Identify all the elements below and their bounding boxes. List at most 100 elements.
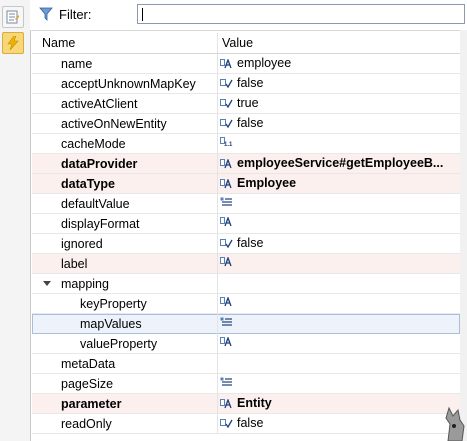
text-icon — [220, 256, 233, 267]
properties-tab[interactable] — [2, 6, 24, 28]
property-value[interactable] — [220, 256, 237, 267]
property-row-name[interactable]: name employee — [32, 54, 460, 74]
property-row-acceptUnknownMapKey[interactable]: acceptUnknownMapKey false — [32, 74, 460, 94]
property-row-dataProvider[interactable]: dataProvider employeeService#getEmployeeB… — [32, 154, 460, 174]
property-name: activeAtClient — [61, 97, 138, 111]
property-value-text: Entity — [237, 396, 272, 410]
column-divider[interactable] — [217, 33, 218, 53]
property-name: acceptUnknownMapKey — [61, 77, 196, 91]
vertical-scrollbar[interactable] — [460, 30, 467, 441]
property-row-mapping[interactable]: mapping — [32, 274, 460, 294]
column-header-value[interactable]: Value — [222, 36, 253, 50]
column-divider — [217, 274, 218, 294]
property-value[interactable]: Entity — [220, 396, 272, 410]
property-value[interactable] — [220, 336, 237, 347]
property-value-text: Employee — [237, 176, 297, 190]
property-row-parameter[interactable]: parameter Entity — [32, 394, 460, 414]
events-tab[interactable] — [2, 32, 24, 54]
property-row-keyProperty[interactable]: keyProperty — [32, 294, 460, 314]
filter-icon — [39, 7, 53, 21]
property-value[interactable] — [220, 216, 237, 227]
column-divider — [217, 234, 218, 254]
column-divider — [217, 254, 218, 274]
property-row-metaData[interactable]: metaData — [32, 354, 460, 374]
side-tab-strip — [0, 0, 31, 441]
column-divider — [217, 154, 218, 174]
property-name: mapValues — [80, 317, 142, 331]
property-row-defaultValue[interactable]: defaultValue — [32, 194, 460, 214]
expand-toggle-icon[interactable] — [43, 281, 51, 286]
property-row-label[interactable]: label — [32, 254, 460, 274]
property-value[interactable]: 1.1 — [220, 136, 237, 148]
property-row-dataType[interactable]: dataType Employee — [32, 174, 460, 194]
column-divider — [217, 394, 218, 414]
property-value[interactable]: true — [220, 96, 259, 110]
property-row-activeOnNewEntity[interactable]: activeOnNewEntity false — [32, 114, 460, 134]
column-divider — [217, 314, 218, 334]
property-value[interactable] — [220, 296, 237, 307]
property-name: label — [61, 257, 88, 271]
column-divider — [217, 74, 218, 94]
property-value[interactable]: false — [220, 416, 263, 430]
property-row-pageSize[interactable]: pageSize — [32, 374, 460, 394]
property-value[interactable]: Employee — [220, 176, 296, 190]
property-name: cacheMode — [61, 137, 126, 151]
property-name: displayFormat — [61, 217, 140, 231]
text-icon — [220, 58, 233, 69]
property-value[interactable]: employee — [220, 56, 291, 70]
property-name: pageSize — [61, 377, 114, 391]
boolean-icon — [220, 238, 233, 249]
property-value[interactable]: employeeService#getEmployeeB... — [220, 156, 443, 170]
property-value-text: employee — [237, 56, 292, 70]
property-row-mapValues[interactable]: mapValues — [32, 314, 460, 334]
table-body: name employee acceptUnknownMapKey false acti… — [32, 54, 460, 434]
property-name: dataProvider — [61, 157, 138, 171]
svg-text:1.1: 1.1 — [224, 142, 233, 147]
property-value[interactable] — [220, 196, 237, 206]
property-value-text: false — [237, 236, 264, 250]
text-icon — [220, 398, 233, 409]
property-row-activeAtClient[interactable]: activeAtClient true — [32, 94, 460, 114]
column-divider — [217, 54, 218, 74]
property-name: defaultValue — [61, 197, 130, 211]
text-icon — [220, 158, 233, 169]
property-name: keyProperty — [80, 297, 147, 311]
property-value[interactable] — [220, 376, 237, 386]
property-row-displayFormat[interactable]: displayFormat — [32, 214, 460, 234]
column-divider — [217, 294, 218, 314]
text-icon — [220, 178, 233, 189]
filter-input[interactable] — [137, 4, 465, 24]
boolean-icon — [220, 78, 233, 89]
property-table: Name Value name employee acceptUnknownMapK… — [32, 33, 460, 434]
property-value-text: false — [237, 416, 264, 430]
property-value-text: false — [237, 76, 264, 90]
text-icon — [220, 336, 233, 347]
filter-bar: Filter: — [30, 0, 467, 31]
property-name: name — [61, 57, 93, 71]
property-name: activeOnNewEntity — [61, 117, 167, 131]
text-caret — [142, 8, 143, 21]
property-name: valueProperty — [80, 337, 158, 351]
property-value[interactable]: false — [220, 116, 263, 130]
column-header-name[interactable]: Name — [42, 36, 75, 50]
column-divider — [217, 214, 218, 234]
column-divider — [217, 94, 218, 114]
property-name: ignored — [61, 237, 103, 251]
property-value-text: employeeService#getEmployeeB... — [237, 156, 444, 170]
property-row-cacheMode[interactable]: cacheMode 1.1 — [32, 134, 460, 154]
properties-icon — [6, 10, 19, 24]
mascot-icon — [445, 406, 465, 441]
text-icon — [220, 296, 233, 307]
property-row-readOnly[interactable]: readOnly false — [32, 414, 460, 434]
text-icon — [220, 216, 233, 227]
property-row-valueProperty[interactable]: valueProperty — [32, 334, 460, 354]
property-name: dataType — [61, 177, 115, 191]
property-value[interactable]: false — [220, 76, 263, 90]
property-value[interactable]: false — [220, 236, 263, 250]
property-row-ignored[interactable]: ignored false — [32, 234, 460, 254]
property-name: parameter — [61, 397, 122, 411]
property-name: readOnly — [61, 417, 112, 431]
property-value[interactable] — [220, 316, 237, 326]
list-icon — [220, 376, 233, 386]
boolean-icon — [220, 118, 233, 129]
